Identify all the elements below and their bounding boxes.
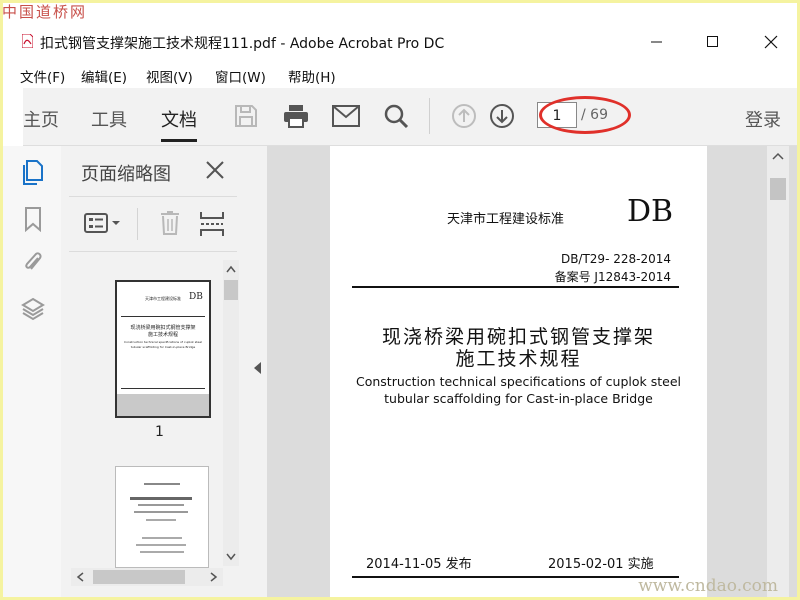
panel-toolbar-divider (137, 208, 138, 240)
thumbnail-scrollbar[interactable] (223, 260, 239, 566)
maximize-button[interactable] (691, 29, 735, 55)
english-title-line1: Construction technical specifications of… (356, 374, 681, 389)
title-bar: 扣式钢管支撑架施工技术规程111.pdf - Adobe Acrobat Pro… (3, 25, 797, 57)
toolbar-divider (429, 98, 430, 134)
acrobat-window: 扣式钢管支撑架施工技术规程111.pdf - Adobe Acrobat Pro… (3, 3, 797, 597)
footer-rule (352, 576, 679, 578)
panel-splitter[interactable] (249, 146, 267, 597)
watermark-bottom: www.cndao.com (638, 576, 778, 596)
save-button[interactable] (231, 101, 261, 131)
thumb-text-line (140, 551, 184, 553)
save-icon (235, 105, 257, 127)
standard-label: 天津市工程建设标准 (447, 212, 565, 227)
page-thumbnails-icon[interactable] (21, 160, 45, 186)
email-button[interactable] (331, 101, 361, 131)
main-toolbar: 主页 工具 文档 1 / 69 登录 (23, 88, 797, 146)
maximize-icon (707, 36, 718, 47)
tab-tools[interactable]: 工具 (91, 106, 127, 132)
search-icon (384, 104, 409, 129)
thumb-text-line (136, 544, 186, 546)
thumb-text-line (144, 483, 180, 485)
english-title-line2: tubular scaffolding for Cast-in-place Br… (384, 391, 653, 406)
page-thumbnail-2[interactable] (115, 466, 209, 568)
close-window-button[interactable] (749, 29, 793, 55)
print-button[interactable] (281, 101, 311, 131)
doc-title-line2: 施工技术规程 (455, 348, 582, 370)
thumb-text-line (134, 511, 188, 513)
thumbnails-panel: 页面缩略图 天津市工程建设标准 DB 现浇桥梁用碗扣式钢管支撑架 施工技术规程 … (61, 146, 250, 597)
tab-document[interactable]: 文档 (161, 106, 197, 142)
thumb-text-line (130, 497, 192, 500)
watermark-top: 中国道桥网 (2, 3, 88, 21)
print-icon (284, 105, 308, 128)
extract-pages-icon[interactable] (199, 210, 225, 238)
menu-window[interactable]: 窗口(W) (215, 66, 266, 86)
thumb-text: 施工技术规程 (147, 332, 178, 338)
delete-icon[interactable] (159, 210, 181, 236)
pdf-file-icon (22, 34, 33, 48)
mail-icon (332, 105, 360, 127)
pdf-page: 天津市工程建设标准 DB DB/T29- 228-2014 备案号 J12843… (330, 146, 707, 597)
navigation-rail (3, 146, 62, 597)
arrow-down-circle-icon (490, 104, 514, 128)
thumb-footer (117, 394, 209, 416)
minimize-icon (651, 41, 662, 43)
thumbnail-page-label: 1 (155, 424, 164, 440)
thumb-text-line (138, 504, 184, 506)
implementation-date: 2015-02-01 实施 (548, 557, 654, 572)
db-mark: DB (627, 194, 674, 229)
close-icon (764, 35, 778, 49)
next-page-button[interactable] (487, 101, 517, 131)
thumb-text-line (146, 519, 176, 521)
search-button[interactable] (381, 101, 411, 131)
page-thumbnail-1[interactable]: 天津市工程建设标准 DB 现浇桥梁用碗扣式钢管支撑架 施工技术规程 Constr… (115, 280, 211, 418)
menu-help[interactable]: 帮助(H) (288, 66, 336, 86)
thumb-text-line (142, 537, 182, 539)
thumb-text: tubular scaffolding for Cast-in-place Br… (130, 345, 196, 349)
layers-icon[interactable] (21, 296, 45, 322)
attachment-icon[interactable] (21, 250, 45, 276)
issue-date: 2014-11-05 发布 (366, 557, 472, 572)
close-icon[interactable] (205, 160, 225, 180)
thumb-rule (121, 316, 205, 317)
highlight-annotation (539, 96, 631, 134)
thumb-rule (121, 388, 205, 389)
thumb-text: DB (189, 292, 203, 302)
minimize-button[interactable] (635, 29, 679, 55)
header-rule (352, 286, 679, 288)
menu-edit[interactable]: 编辑(E) (81, 66, 127, 86)
document-view: 天津市工程建设标准 DB DB/T29- 228-2014 备案号 J12843… (267, 146, 797, 597)
arrow-up-circle-icon (452, 104, 476, 128)
prev-page-button[interactable] (449, 101, 479, 131)
thumbnail-options-icon[interactable] (83, 212, 123, 234)
menu-view[interactable]: 视图(V) (146, 66, 193, 86)
panel-divider (69, 196, 237, 197)
thumb-text: 现浇桥梁用碗扣式钢管支撑架 (130, 325, 196, 331)
menu-file[interactable]: 文件(F) (20, 66, 65, 86)
thumb-text: 天津市工程建设标准 (145, 296, 181, 301)
document-scrollbar[interactable] (767, 146, 789, 597)
tab-home[interactable]: 主页 (23, 106, 59, 132)
standard-code: DB/T29- 228-2014 (560, 252, 671, 266)
panel-title: 页面缩略图 (81, 164, 171, 185)
thumbnail-hscrollbar[interactable] (71, 568, 223, 586)
collapse-panel-icon[interactable] (254, 362, 262, 374)
login-link[interactable]: 登录 (745, 106, 781, 132)
panel-divider (69, 251, 237, 252)
bookmark-icon[interactable] (21, 206, 45, 232)
record-number: 备案号 J12843-2014 (554, 270, 671, 284)
window-title: 扣式钢管支撑架施工技术规程111.pdf - Adobe Acrobat Pro… (40, 36, 445, 52)
menu-bar: 文件(F) 编辑(E) 视图(V) 窗口(W) 帮助(H) (3, 61, 797, 86)
thumb-text: Construction technical specifications of… (124, 340, 202, 344)
